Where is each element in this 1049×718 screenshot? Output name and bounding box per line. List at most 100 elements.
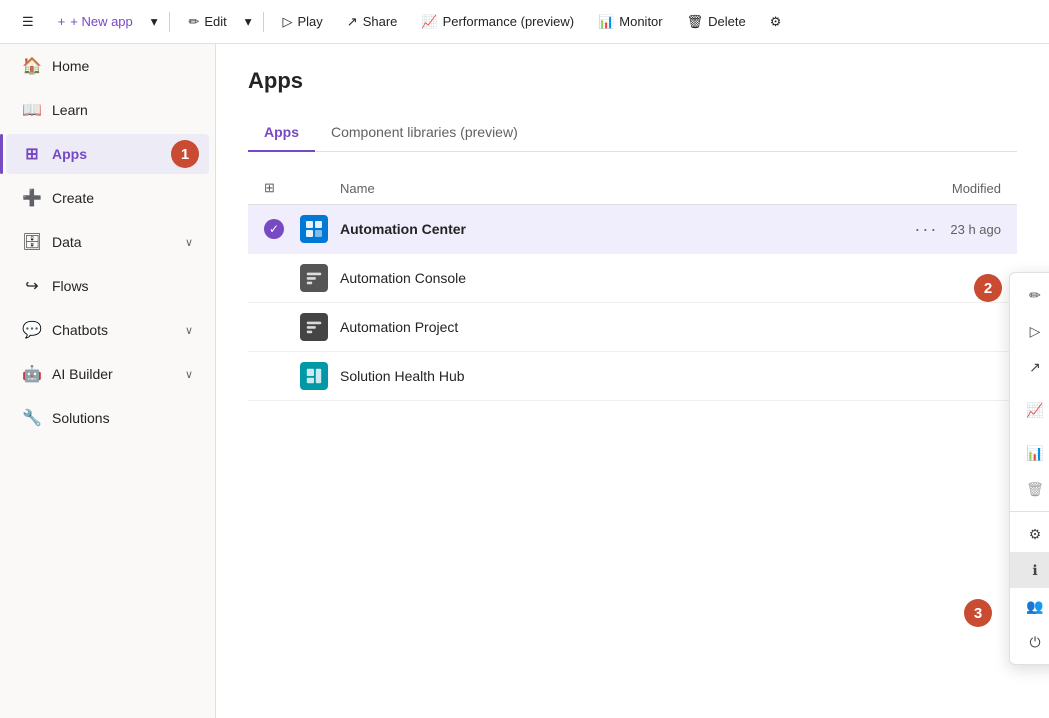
- table-header: ⊞ Name Modified: [248, 172, 1017, 205]
- ctx-delete[interactable]: 🗑 Delete: [1010, 471, 1049, 507]
- delete-icon: 🗑: [687, 14, 704, 30]
- monitor-icon: 📊: [598, 14, 614, 30]
- sidebar-learn-label: Learn: [52, 102, 88, 118]
- delete-label: Delete: [708, 14, 746, 29]
- ctx-add-to-teams[interactable]: 👥 Add to Teams: [1010, 588, 1049, 624]
- ctx-deactivate-icon: ⏻: [1026, 633, 1044, 651]
- ctx-deactivate[interactable]: ⏻ Deactivate: [1010, 624, 1049, 660]
- sidebar-item-chatbots[interactable]: 💬 Chatbots ∨: [6, 310, 209, 350]
- tab-component-libraries[interactable]: Component libraries (preview): [315, 114, 534, 152]
- chatbots-icon: 💬: [22, 320, 42, 340]
- row-check-1: ✓: [264, 219, 300, 239]
- ctx-edit-icon: ✏: [1026, 286, 1044, 304]
- data-icon: 🗄: [22, 232, 42, 252]
- create-icon: ➕: [22, 188, 42, 208]
- sidebar-item-solutions[interactable]: 🔧 Solutions: [6, 398, 209, 438]
- sidebar: 🏠 Home 📖 Learn ⊞ Apps 1 ➕ Create 🗄 Data …: [0, 44, 216, 718]
- monitor-button[interactable]: 📊 Monitor: [588, 8, 673, 36]
- ctx-teams-icon: 👥: [1026, 597, 1044, 615]
- table-row[interactable]: ✓ Automation Center ··· 23 h ago: [248, 205, 1017, 254]
- play-button[interactable]: ▷ Play: [272, 8, 332, 36]
- ctx-performance-icon: 📈: [1026, 401, 1044, 419]
- hamburger-button[interactable]: ☰: [12, 8, 44, 36]
- ctx-share[interactable]: ↗ Share: [1010, 349, 1049, 385]
- header-name-col[interactable]: Name: [340, 181, 801, 196]
- sidebar-item-create[interactable]: ➕ Create: [6, 178, 209, 218]
- sidebar-item-learn[interactable]: 📖 Learn: [6, 90, 209, 130]
- edit-button[interactable]: ✏ Edit: [178, 8, 236, 36]
- learn-icon: 📖: [22, 100, 42, 120]
- toolbar: ☰ + + New app ▾ ✏ Edit ▾ ▷ Play ↗ Share …: [0, 0, 1049, 44]
- monitor-label: Monitor: [619, 14, 662, 29]
- table-icon: ⊞: [264, 180, 275, 195]
- ctx-play-icon: ▷: [1026, 322, 1044, 340]
- app-icon-solution-health: [300, 362, 328, 390]
- table-row[interactable]: Automation Project: [248, 303, 1017, 352]
- ctx-settings[interactable]: ⚙ Settings: [1010, 516, 1049, 552]
- edit-chevron[interactable]: ▾: [241, 8, 256, 36]
- row-icon-2: [300, 264, 340, 292]
- row-three-dots-1[interactable]: ··· 23 h ago: [801, 219, 1001, 240]
- sidebar-ai-label: AI Builder: [52, 366, 113, 382]
- sidebar-create-label: Create: [52, 190, 94, 206]
- row-name-1: Automation Center: [340, 221, 801, 237]
- ctx-play[interactable]: ▷ Play: [1010, 313, 1049, 349]
- sidebar-apps-label: Apps: [52, 146, 87, 162]
- sidebar-item-data[interactable]: 🗄 Data ∨: [6, 222, 209, 262]
- row-icon-1: [300, 215, 340, 243]
- apps-icon: ⊞: [22, 144, 42, 164]
- play-label: Play: [297, 14, 322, 29]
- new-app-button[interactable]: + + New app: [48, 8, 143, 35]
- data-chevron-icon: ∨: [185, 236, 193, 249]
- sidebar-data-label: Data: [52, 234, 82, 250]
- sidebar-item-home[interactable]: 🏠 Home: [6, 46, 209, 86]
- row-icon-4: [300, 362, 340, 390]
- ctx-monitor-icon: 📊: [1026, 444, 1044, 462]
- ctx-details-icon: ℹ: [1026, 561, 1044, 579]
- sidebar-chatbots-label: Chatbots: [52, 322, 108, 338]
- ai-chevron-icon: ∨: [185, 368, 193, 381]
- new-app-chevron[interactable]: ▾: [147, 8, 162, 36]
- chatbots-chevron-icon: ∨: [185, 324, 193, 337]
- settings-icon: ⚙: [770, 14, 782, 30]
- row-name-3: Automation Project: [340, 319, 801, 335]
- ctx-share-icon: ↗: [1026, 358, 1044, 376]
- checkmark-icon: ✓: [264, 219, 284, 239]
- table-row[interactable]: Solution Health Hub: [248, 352, 1017, 401]
- row-name-4: Solution Health Hub: [340, 368, 801, 384]
- ai-builder-icon: 🤖: [22, 364, 42, 384]
- settings-button[interactable]: ⚙: [760, 8, 792, 36]
- step-badge-2: 2: [974, 274, 1002, 302]
- three-dots-icon[interactable]: ···: [914, 219, 938, 240]
- sidebar-item-flows[interactable]: ↪ Flows: [6, 266, 209, 306]
- ctx-monitor[interactable]: 📊 Monitor: [1010, 435, 1049, 471]
- main-layout: 🏠 Home 📖 Learn ⊞ Apps 1 ➕ Create 🗄 Data …: [0, 44, 1049, 718]
- sidebar-item-ai-builder[interactable]: 🤖 AI Builder ∨: [6, 354, 209, 394]
- ctx-details[interactable]: ℹ Details: [1010, 552, 1049, 588]
- ctx-settings-icon: ⚙: [1026, 525, 1044, 543]
- flows-icon: ↪: [22, 276, 42, 296]
- home-icon: 🏠: [22, 56, 42, 76]
- sidebar-solutions-label: Solutions: [52, 410, 110, 426]
- header-check-col: ⊞: [264, 180, 300, 196]
- content-area: Apps Apps Component libraries (preview) …: [216, 44, 1049, 718]
- divider-2: [263, 12, 264, 32]
- new-app-label: + New app: [70, 14, 133, 29]
- sidebar-home-label: Home: [52, 58, 89, 74]
- app-svg-icon: [304, 219, 324, 239]
- ctx-edit[interactable]: ✏ Edit ›: [1010, 277, 1049, 313]
- tab-apps[interactable]: Apps: [248, 114, 315, 152]
- performance-button[interactable]: 📈 Performance (preview): [411, 8, 584, 36]
- page-title: Apps: [248, 68, 1017, 94]
- delete-button[interactable]: 🗑 Delete: [677, 8, 756, 36]
- share-button[interactable]: ↗ Share: [337, 8, 408, 36]
- play-icon: ▷: [282, 14, 292, 30]
- divider-1: [169, 12, 170, 32]
- header-modified-col: Modified: [801, 181, 1001, 196]
- app-icon-automation-project: [300, 313, 328, 341]
- ctx-performance[interactable]: 📈 Performance (preview): [1010, 385, 1049, 435]
- performance-label: Performance (preview): [443, 14, 575, 29]
- table-row[interactable]: Automation Console: [248, 254, 1017, 303]
- sidebar-item-apps[interactable]: ⊞ Apps 1: [6, 134, 209, 174]
- share-icon: ↗: [347, 14, 358, 30]
